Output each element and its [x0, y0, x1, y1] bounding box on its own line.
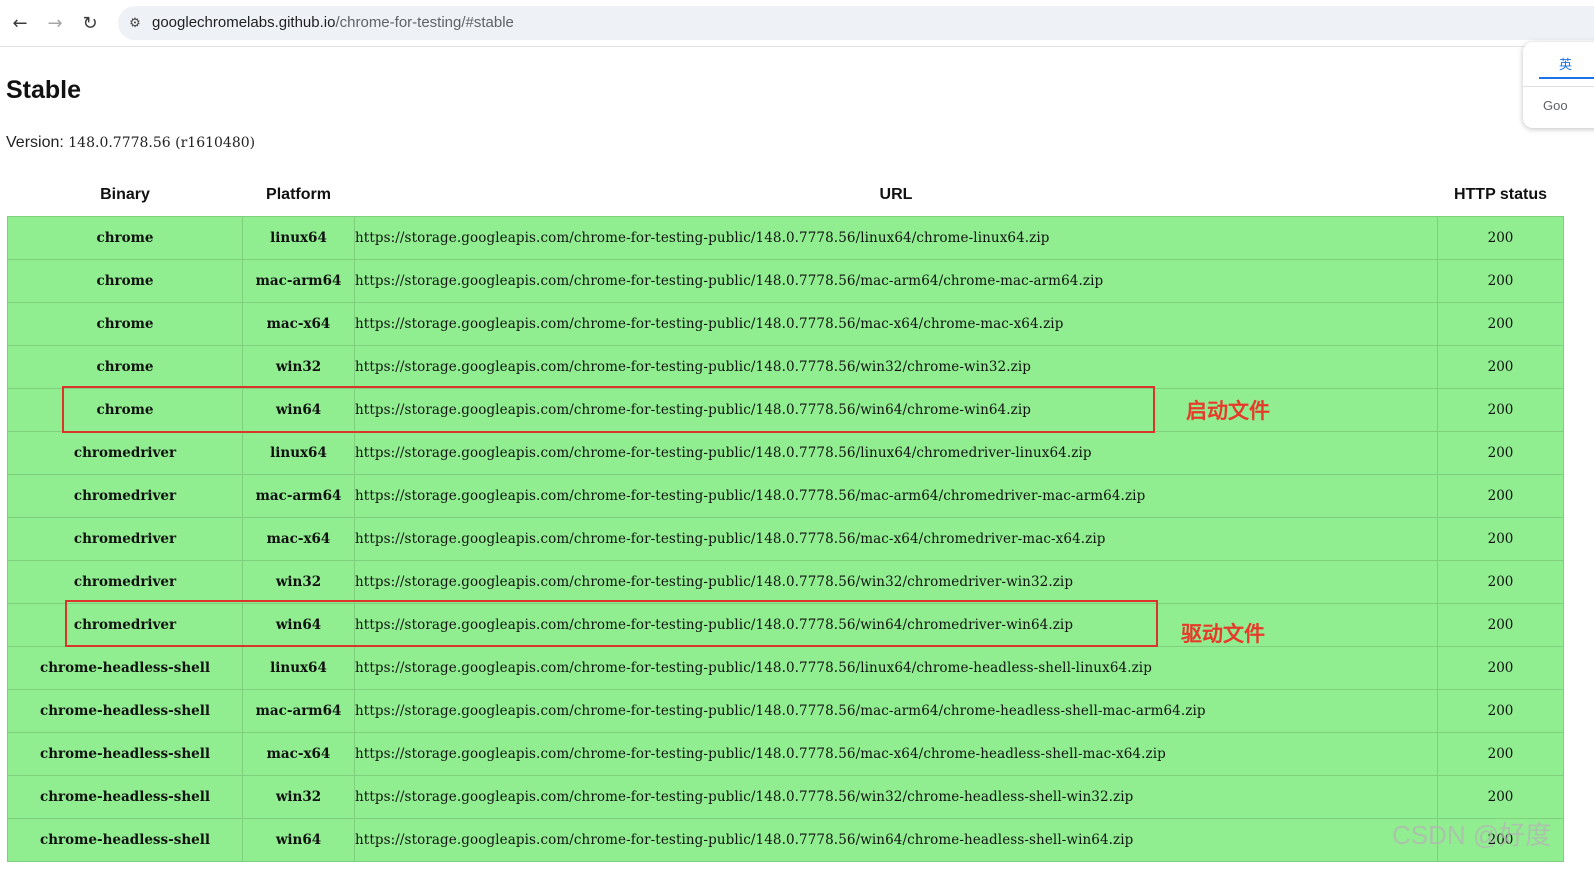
table-row: chrome linux64 https://storage.googleapis.…: [7, 216, 1564, 260]
platform-cell: linux64: [242, 646, 355, 690]
column-header-binary: Binary: [7, 173, 243, 217]
downloads-table: Binary Platform URL HTTP status chrome li…: [7, 173, 1564, 862]
translate-divider: [1523, 86, 1594, 87]
watermark: CSDN @好度: [1392, 820, 1552, 850]
download-url-link[interactable]: https://storage.googleapis.com/chrome-fo…: [354, 474, 1438, 518]
http-status-cell: 200: [1437, 775, 1564, 819]
launch-file-highlight-box: [62, 386, 1155, 433]
download-url-link[interactable]: https://storage.googleapis.com/chrome-fo…: [354, 732, 1438, 776]
http-status-cell: 200: [1437, 474, 1564, 518]
binary-cell: chrome-headless-shell: [7, 818, 243, 862]
http-status-cell: 200: [1437, 259, 1564, 303]
table-row: chrome win32 https://storage.googleapis.co…: [7, 345, 1564, 389]
http-status-cell: 200: [1437, 216, 1564, 260]
platform-cell: linux64: [242, 431, 355, 475]
table-row: chrome mac-arm64 https://storage.googleapi…: [7, 259, 1564, 303]
platform-cell: mac-x64: [242, 302, 355, 346]
download-url-link[interactable]: https://storage.googleapis.com/chrome-fo…: [354, 259, 1438, 303]
platform-cell: win32: [242, 560, 355, 604]
http-status-cell: 200: [1437, 689, 1564, 733]
platform-cell: mac-x64: [242, 517, 355, 561]
binary-cell: chrome: [7, 302, 243, 346]
download-url-link[interactable]: https://storage.googleapis.com/chrome-fo…: [354, 818, 1438, 862]
reload-icon[interactable]: ↻: [78, 11, 102, 35]
http-status-cell: 200: [1437, 603, 1564, 647]
platform-cell: win32: [242, 345, 355, 389]
table-row: chrome-headless-shell mac-x64 https://stor…: [7, 732, 1564, 776]
download-url-link[interactable]: https://storage.googleapis.com/chrome-fo…: [354, 302, 1438, 346]
download-url-link[interactable]: https://storage.googleapis.com/chrome-fo…: [354, 689, 1438, 733]
download-url-link[interactable]: https://storage.googleapis.com/chrome-fo…: [354, 560, 1438, 604]
address-bar[interactable]: ⚙ googlechromelabs.github.io/chrome-for-…: [118, 6, 1594, 40]
table-row: chromedriver mac-arm64 https://storage.goo…: [7, 474, 1564, 518]
http-status-cell: 200: [1437, 646, 1564, 690]
url-host: googlechromelabs.github.io: [152, 14, 336, 31]
binary-cell: chrome: [7, 216, 243, 260]
url-path: /chrome-for-testing/#stable: [335, 14, 514, 31]
binary-cell: chrome: [7, 345, 243, 389]
browser-toolbar: ← → ↻ ⚙ googlechromelabs.github.io/chrom…: [0, 0, 1594, 47]
download-url-link[interactable]: https://storage.googleapis.com/chrome-fo…: [354, 431, 1438, 475]
http-status-cell: 200: [1437, 345, 1564, 389]
translate-footer: Goo: [1543, 98, 1568, 113]
driver-file-highlight-box: [65, 600, 1158, 647]
platform-cell: win64: [242, 818, 355, 862]
table-row: chromedriver linux64 https://storage.googl…: [7, 431, 1564, 475]
launch-file-label: 启动文件: [1186, 399, 1270, 423]
platform-cell: mac-arm64: [242, 689, 355, 733]
download-url-link[interactable]: https://storage.googleapis.com/chrome-fo…: [354, 517, 1438, 561]
table-row: chrome-headless-shell linux64 https://stor…: [7, 646, 1564, 690]
binary-cell: chromedriver: [7, 474, 243, 518]
http-status-cell: 200: [1437, 388, 1564, 432]
forward-arrow-icon[interactable]: →: [43, 11, 67, 35]
download-url-link[interactable]: https://storage.googleapis.com/chrome-fo…: [354, 775, 1438, 819]
http-status-cell: 200: [1437, 517, 1564, 561]
version-value: 148.0.7778.56 (r1610480): [68, 135, 256, 151]
driver-file-label: 驱动文件: [1181, 622, 1265, 646]
table-row: chrome-headless-shell win64 https://storag…: [7, 818, 1564, 862]
table-row: chromedriver mac-x64 https://storage.googl…: [7, 517, 1564, 561]
site-info-icon[interactable]: ⚙: [125, 13, 145, 33]
download-url-link[interactable]: https://storage.googleapis.com/chrome-fo…: [354, 646, 1438, 690]
binary-cell: chromedriver: [7, 560, 243, 604]
table-row: chrome-headless-shell mac-arm64 https://st…: [7, 689, 1564, 733]
http-status-cell: 200: [1437, 431, 1564, 475]
binary-cell: chrome-headless-shell: [7, 732, 243, 776]
table-body: chrome linux64 https://storage.googleapis.…: [7, 216, 1564, 862]
platform-cell: mac-arm64: [242, 259, 355, 303]
column-header-http-status: HTTP status: [1437, 173, 1564, 217]
binary-cell: chrome-headless-shell: [7, 646, 243, 690]
table-header-row: Binary Platform URL HTTP status: [7, 173, 1564, 217]
column-header-url: URL: [354, 173, 1438, 217]
binary-cell: chrome: [7, 259, 243, 303]
platform-cell: win32: [242, 775, 355, 819]
back-arrow-icon[interactable]: ←: [8, 11, 32, 35]
platform-cell: mac-x64: [242, 732, 355, 776]
table-row: chrome-headless-shell win32 https://storag…: [7, 775, 1564, 819]
binary-cell: chrome-headless-shell: [7, 689, 243, 733]
http-status-cell: 200: [1437, 560, 1564, 604]
translate-tab-underline: [1539, 77, 1594, 79]
translate-language-tab[interactable]: 英: [1559, 54, 1572, 73]
table-row: chromedriver win32 https://storage.googlea…: [7, 560, 1564, 604]
column-header-platform: Platform: [242, 173, 355, 217]
download-url-link[interactable]: https://storage.googleapis.com/chrome-fo…: [354, 345, 1438, 389]
version-line: Version: 148.0.7778.56 (r1610480): [6, 134, 255, 152]
table-row: chrome mac-x64 https://storage.googleapis.…: [7, 302, 1564, 346]
platform-cell: mac-arm64: [242, 474, 355, 518]
version-label: Version:: [6, 134, 69, 151]
binary-cell: chrome-headless-shell: [7, 775, 243, 819]
url-text[interactable]: googlechromelabs.github.io/chrome-for-te…: [152, 14, 514, 31]
binary-cell: chromedriver: [7, 431, 243, 475]
binary-cell: chromedriver: [7, 517, 243, 561]
http-status-cell: 200: [1437, 732, 1564, 776]
platform-cell: linux64: [242, 216, 355, 260]
http-status-cell: 200: [1437, 302, 1564, 346]
page-title: Stable: [6, 76, 82, 104]
download-url-link[interactable]: https://storage.googleapis.com/chrome-fo…: [354, 216, 1438, 260]
translate-popup: 英 Goo: [1523, 42, 1594, 128]
